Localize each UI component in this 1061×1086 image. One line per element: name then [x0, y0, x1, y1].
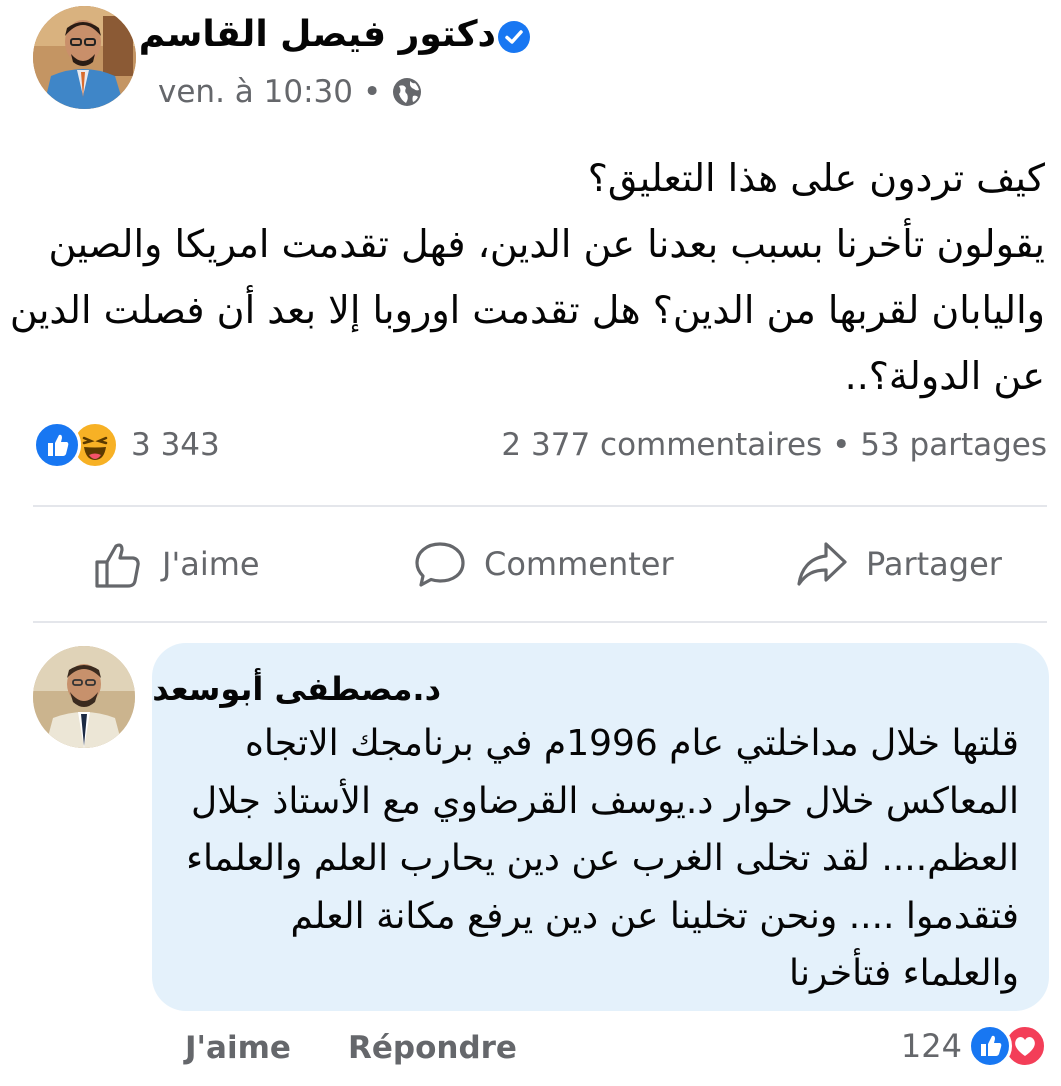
- divider: [33, 505, 1047, 507]
- like-icon: [968, 1024, 1012, 1068]
- comment-reaction-count: 124: [900, 1027, 962, 1065]
- post-line: يقولون تأخرنا بسبب بعدنا عن الدين، فهل ت…: [48, 222, 1045, 266]
- post-author-name[interactable]: دكتور فيصل القاسم: [139, 14, 496, 55]
- comment-body: قلتها خلال مداخلتي عام 1996م في برنامجك …: [179, 715, 1019, 1003]
- like-button[interactable]: J'aime: [92, 538, 260, 590]
- commenter-avatar[interactable]: [33, 646, 135, 748]
- post-line: كيف تردون على هذا التعليق؟: [587, 156, 1045, 200]
- post-timestamp[interactable]: ven. à 10:30: [158, 74, 353, 110]
- globe-icon[interactable]: [391, 76, 423, 108]
- post-line: عن الدولة؟..: [844, 354, 1045, 398]
- like-button-label: J'aime: [162, 545, 260, 583]
- commenter-name[interactable]: د.مصطفى أبوسعد: [152, 670, 441, 708]
- shares-count[interactable]: 53 partages: [860, 427, 1047, 463]
- post-meta: ven. à 10:30 •: [158, 74, 423, 110]
- reaction-count: 3 343: [131, 427, 220, 463]
- share-button-label: Partager: [866, 545, 1002, 583]
- comment-like-button[interactable]: J'aime: [185, 1030, 291, 1066]
- post-line: واليابان لقربها من الدين؟ هل تقدمت اوروب…: [9, 288, 1045, 332]
- share-button[interactable]: Partager: [796, 538, 1002, 590]
- verified-badge-icon: [498, 21, 530, 53]
- comment-bubble-icon: [415, 542, 465, 587]
- comment-button-label: Commenter: [484, 545, 674, 583]
- post-stats: 2 377 commentaires • 53 partages: [501, 427, 1047, 463]
- comment-reaction-summary[interactable]: 124: [901, 1024, 1047, 1068]
- comments-count[interactable]: 2 377 commentaires: [501, 427, 822, 463]
- comment-line: المعاكس خلال حوار د.يوسف القرضاوي مع الأ…: [191, 780, 1019, 822]
- comment-line: والعلماء فتأخرنا: [789, 953, 1019, 994]
- thumbs-up-icon: [95, 543, 140, 588]
- like-icon: [33, 421, 81, 469]
- post-body: كيف تردون على هذا التعليق؟ يقولون تأخرنا…: [9, 145, 1045, 409]
- meta-separator: •: [362, 74, 382, 110]
- comment-line: العظم.... لقد تخلى الغرب عن دين يحارب ال…: [186, 838, 1019, 879]
- reaction-summary[interactable]: 3 343: [33, 421, 220, 469]
- author-avatar[interactable]: [33, 6, 136, 109]
- comment-button[interactable]: Commenter: [414, 538, 674, 590]
- stats-separator: •: [832, 427, 851, 463]
- divider: [33, 621, 1047, 623]
- comment-reply-button[interactable]: Répondre: [348, 1030, 517, 1066]
- share-arrow-icon: [797, 542, 847, 586]
- comment-line: فتقدموا .... ونحن تخلينا عن دين يرفع مكا…: [290, 895, 1019, 937]
- comment-line: قلتها خلال مداخلتي عام 1996م في برنامجك …: [245, 723, 1019, 764]
